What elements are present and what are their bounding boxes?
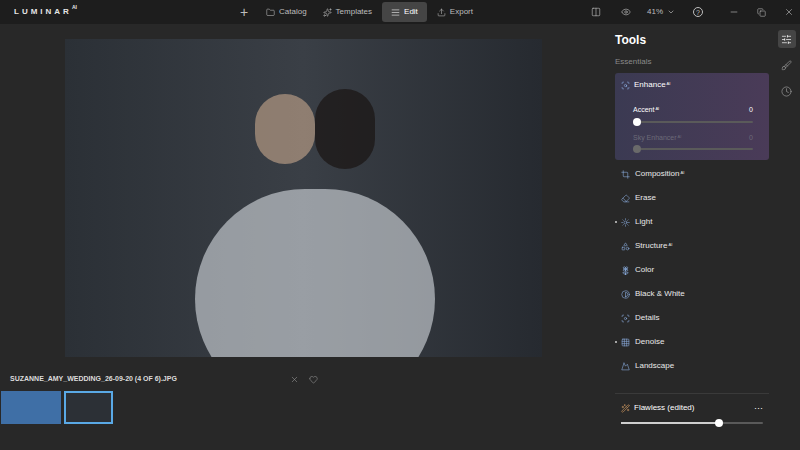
tool-item[interactable]: Erase [615, 186, 769, 210]
edited-dot [615, 341, 617, 343]
upload-icon [437, 8, 446, 17]
top-right-controls: 41%? [591, 6, 800, 18]
bw-icon [621, 290, 630, 299]
enhance-slider [633, 148, 753, 150]
minimize-icon[interactable] [729, 7, 739, 17]
side-tab[interactable] [778, 82, 796, 100]
tools-icon [781, 34, 792, 45]
folder-icon [266, 8, 275, 17]
slider-thumb[interactable] [715, 419, 723, 427]
tool-item[interactable]: Light [615, 210, 769, 234]
slider-row: Sky EnhancerAI0 [633, 133, 753, 151]
history-icon [781, 86, 792, 97]
nav-tab[interactable]: Edit [382, 2, 427, 22]
thumbnail[interactable] [1, 391, 61, 424]
filename: SUZANNE_AMY_WEDDING_26-09-20 (4 OF 6).JP… [10, 374, 177, 385]
erase-icon [621, 194, 630, 203]
thumbnail[interactable] [64, 391, 113, 424]
photo [65, 39, 542, 357]
edited-dot [615, 221, 617, 223]
sparkles-icon [323, 8, 332, 17]
eye-icon[interactable] [621, 7, 631, 17]
tool-label: EnhanceAI [634, 79, 670, 91]
tool-item[interactable]: StructureAI [615, 234, 769, 258]
brush-icon [781, 60, 792, 71]
tool-item[interactable]: Black & White [615, 282, 769, 306]
enhance-icon [621, 81, 630, 90]
color-icon [621, 266, 630, 275]
viewer: SUZANNE_AMY_WEDDING_26-09-20 (4 OF 6).JP… [0, 24, 607, 450]
help-button[interactable]: ? [693, 7, 703, 17]
enhance-slider[interactable] [633, 121, 753, 123]
slider-thumb [633, 145, 641, 153]
tools-list: CompositionAIEraseLightStructureAIColorB… [615, 162, 769, 378]
tool-item[interactable]: CompositionAI [615, 162, 769, 186]
section-label: Essentials [615, 57, 769, 67]
compare-icon[interactable] [591, 7, 601, 17]
side-tab[interactable] [778, 30, 796, 48]
tools-panel: Tools Essentials EnhanceAI AccentAI0 Sky Enh… [607, 24, 773, 450]
tool-item[interactable]: Landscape [615, 354, 769, 378]
close-icon[interactable] [784, 7, 794, 17]
side-tab[interactable] [778, 56, 796, 74]
chevron-down-icon [667, 8, 675, 16]
enhance-card[interactable]: EnhanceAI AccentAI0 Sky EnhancerAI0 [615, 73, 769, 160]
lines-icon [391, 8, 400, 17]
preset-name: Flawless (edited) [634, 402, 694, 414]
nav-tab[interactable]: Templates [317, 2, 378, 22]
main-area: SUZANNE_AMY_WEDDING_26-09-20 (4 OF 6).JP… [0, 24, 800, 450]
details-icon [621, 314, 630, 323]
zoom-select[interactable]: 41% [647, 6, 675, 18]
filename-row: SUZANNE_AMY_WEDDING_26-09-20 (4 OF 6).JP… [0, 374, 318, 385]
tool-item[interactable]: Color [615, 258, 769, 282]
main-nav: CatalogTemplatesEditExport [260, 2, 479, 22]
slider-thumb[interactable] [633, 118, 641, 126]
preset-amount-slider[interactable] [621, 422, 763, 424]
app-window: LUMINARAI+ CatalogTemplatesEditExport 41%?… [0, 0, 800, 450]
preset-menu[interactable]: ··· [754, 404, 763, 413]
restore-icon[interactable] [757, 8, 766, 17]
structure-icon [621, 242, 630, 251]
denoise-icon [621, 338, 630, 347]
reject-icon[interactable] [290, 375, 299, 384]
slider-row: AccentAI0 [633, 105, 753, 123]
heart-icon[interactable] [309, 375, 318, 384]
composition-icon [621, 170, 630, 179]
light-icon [621, 218, 630, 227]
preset-section: Flawless (edited) ··· [615, 393, 769, 424]
landscape-icon [621, 362, 630, 371]
slider-value: 0 [749, 133, 753, 144]
add-button[interactable]: + [240, 5, 254, 19]
preset-icon [621, 404, 630, 413]
logo: LUMINARAI [0, 6, 240, 18]
panel-title: Tools [615, 32, 769, 48]
tool-item[interactable]: Denoise [615, 330, 769, 354]
filmstrip [0, 391, 607, 424]
top-bar: LUMINARAI+ CatalogTemplatesEditExport 41%? [0, 0, 800, 24]
side-strip [773, 24, 800, 450]
nav-tab[interactable]: Export [431, 2, 479, 22]
tool-item[interactable]: Details [615, 306, 769, 330]
nav-tab[interactable]: Catalog [260, 2, 313, 22]
slider-value: 0 [749, 105, 753, 116]
